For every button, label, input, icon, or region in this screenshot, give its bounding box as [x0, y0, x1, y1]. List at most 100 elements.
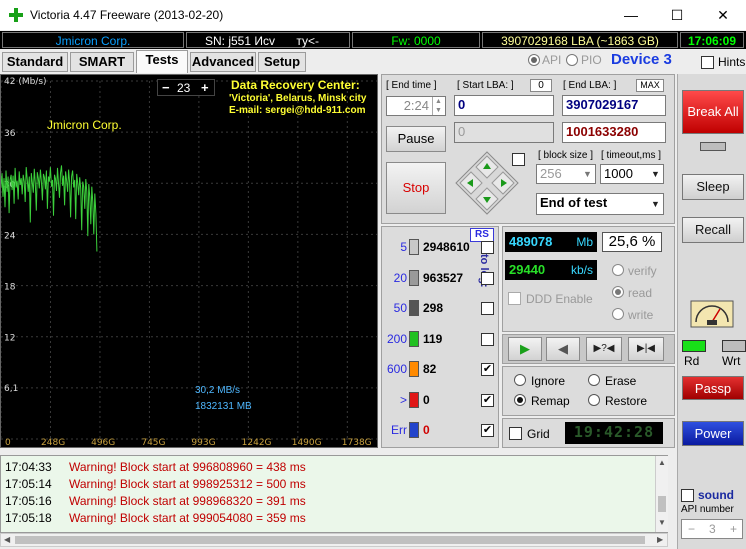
ignore-radio[interactable] [514, 374, 526, 386]
back-icon: ◀ [558, 341, 568, 356]
restore-radio[interactable] [588, 394, 600, 406]
start-lba-zero-button[interactable]: 0 [530, 79, 552, 92]
scroll-up-icon[interactable]: ▲ [658, 458, 666, 467]
grid-checkbox[interactable] [509, 427, 522, 440]
log-time: 17:04:33 [5, 460, 52, 474]
test-timer: 19:42:28 [565, 422, 663, 444]
sound-checkbox[interactable] [681, 489, 694, 502]
event-log: 17:04:33 Warning! Block start at 99680896… [0, 455, 668, 533]
counter-value: 0 [423, 392, 430, 407]
erase-radio[interactable] [588, 374, 600, 386]
sleep-button[interactable]: Sleep [682, 174, 744, 200]
tab-smart[interactable]: SMART [70, 52, 134, 72]
log-time: 17:05:14 [5, 477, 52, 491]
tab-advanced[interactable]: Advanced [190, 52, 256, 72]
start-lba-field[interactable]: 0 [454, 95, 554, 116]
counter-log-checkbox[interactable] [481, 241, 494, 254]
api-plus-button[interactable]: + [730, 522, 737, 536]
read-radio[interactable] [612, 286, 624, 298]
speed-unit: kb/s [570, 263, 593, 277]
graph-y-tick: 36 [4, 129, 16, 139]
counter-color-swatch [409, 391, 419, 408]
scroll-left-icon[interactable]: ◀ [4, 535, 10, 544]
scroll-down-icon[interactable]: ▼ [658, 518, 666, 527]
graph-y-tick: 6,1 [4, 384, 18, 394]
drive-firmware: Fw: 0000 [352, 32, 480, 48]
zoom-plus-button[interactable]: + [201, 80, 209, 95]
break-all-button[interactable]: Break All [682, 90, 744, 134]
counter-row: 20 963527 [381, 267, 499, 291]
tab-tests[interactable]: Tests [136, 50, 188, 73]
scroll-right-icon[interactable]: ▶ [657, 535, 663, 544]
log-scrollbar[interactable]: ▲ ▼ [655, 456, 668, 532]
graph-x-tick: 993G [191, 438, 215, 447]
counter-log-checkbox[interactable]: ✔ [481, 424, 494, 437]
timeout-dropdown-icon[interactable]: ▼ [648, 165, 663, 183]
pause-button[interactable]: Pause [386, 126, 446, 152]
tab-setup[interactable]: Setup [258, 52, 306, 72]
write-radio[interactable] [612, 308, 624, 320]
skip-unknown-button[interactable]: ▶?◀ [586, 337, 622, 361]
counter-row: 200 119 [381, 328, 499, 352]
log-hscrollbar[interactable]: ◀ ▶ [0, 533, 668, 547]
counter-log-checkbox[interactable] [481, 302, 494, 315]
counter-threshold: 20 [393, 270, 407, 285]
hints-checkbox[interactable] [701, 56, 714, 69]
maximize-button[interactable]: ☐ [654, 0, 700, 30]
graph-x-tick: 1490G [292, 438, 322, 447]
end-lba-label: [ End LBA: ] [563, 80, 617, 91]
counter-color-swatch [409, 300, 419, 316]
api-radio[interactable] [528, 54, 540, 66]
end-action-select[interactable]: End of test [536, 193, 664, 215]
ddd-checkbox[interactable] [508, 292, 521, 305]
graph-x-tick: 248G [41, 438, 65, 447]
skip-end-button[interactable]: ▶|◀ [628, 337, 664, 361]
tab-standard[interactable]: Standard [2, 52, 68, 72]
end-lba-max-button[interactable]: MAX [636, 79, 664, 92]
counter-row: >0 ✔ [381, 389, 499, 413]
counter-log-checkbox[interactable] [481, 332, 494, 346]
graph-x-tick: 745G [141, 438, 165, 447]
stop-button[interactable]: Stop [386, 162, 446, 214]
counter-row: Err 0 ✔ [381, 419, 499, 443]
ignore-label: Ignore [531, 374, 566, 388]
pad-checkbox[interactable] [512, 153, 525, 166]
counter-log-checkbox[interactable]: ✔ [481, 363, 494, 376]
recall-button[interactable]: Recall [682, 217, 744, 243]
graph-x-tick: 1738G [342, 438, 372, 447]
api-number-field[interactable]: − 3 + [681, 519, 743, 539]
passp-button[interactable]: Passp [682, 376, 744, 400]
end-lba-field[interactable]: 3907029167 [562, 95, 666, 116]
back-button[interactable]: ◀ [546, 337, 580, 361]
end-time-spinner[interactable]: ▲ ▼ [432, 97, 444, 115]
position-lba-field: 1001633280 [562, 122, 666, 143]
mb-unit: Mb [576, 235, 593, 249]
play-button[interactable]: ▶ [508, 337, 542, 361]
window-title: Victoria 4.47 Freeware (2013-02-20) [30, 8, 224, 22]
api-number-label: API number [681, 504, 734, 515]
power-button[interactable]: Power [682, 421, 744, 446]
skip-unknown-icon: ▶?◀ [593, 343, 615, 354]
pio-radio[interactable] [566, 54, 578, 66]
wrt-label: Wrt [722, 354, 741, 368]
verify-label: verify [628, 264, 657, 278]
counter-log-checkbox[interactable]: ✔ [481, 393, 494, 407]
drive-info-strip: Jmicron Corp. SN: j551 Исv ту<- Fw: 0000… [0, 31, 746, 49]
api-minus-button[interactable]: − [688, 522, 695, 536]
log-scroll-thumb[interactable] [658, 496, 666, 512]
block-size-dropdown-icon[interactable]: ▼ [580, 165, 595, 183]
zoom-minus-button[interactable]: − [162, 80, 170, 95]
counter-value: 0 [423, 423, 430, 437]
close-button[interactable]: ✕ [700, 0, 746, 30]
device-link[interactable]: Device 3 [611, 51, 672, 68]
remap-radio[interactable] [514, 394, 526, 406]
log-hscroll-thumb[interactable] [15, 536, 645, 544]
pio-label: PIO [581, 53, 602, 67]
log-rows: 17:04:33 Warning! Block start at 99680896… [5, 459, 655, 527]
counter-log-checkbox[interactable] [481, 271, 494, 285]
end-action-dropdown-icon[interactable]: ▼ [648, 195, 663, 213]
log-entry: 17:05:18 Warning! Block start at 99905408… [5, 510, 655, 527]
counter-color-swatch [409, 361, 419, 377]
minimize-button[interactable]: — [608, 0, 654, 30]
verify-radio[interactable] [612, 264, 624, 276]
